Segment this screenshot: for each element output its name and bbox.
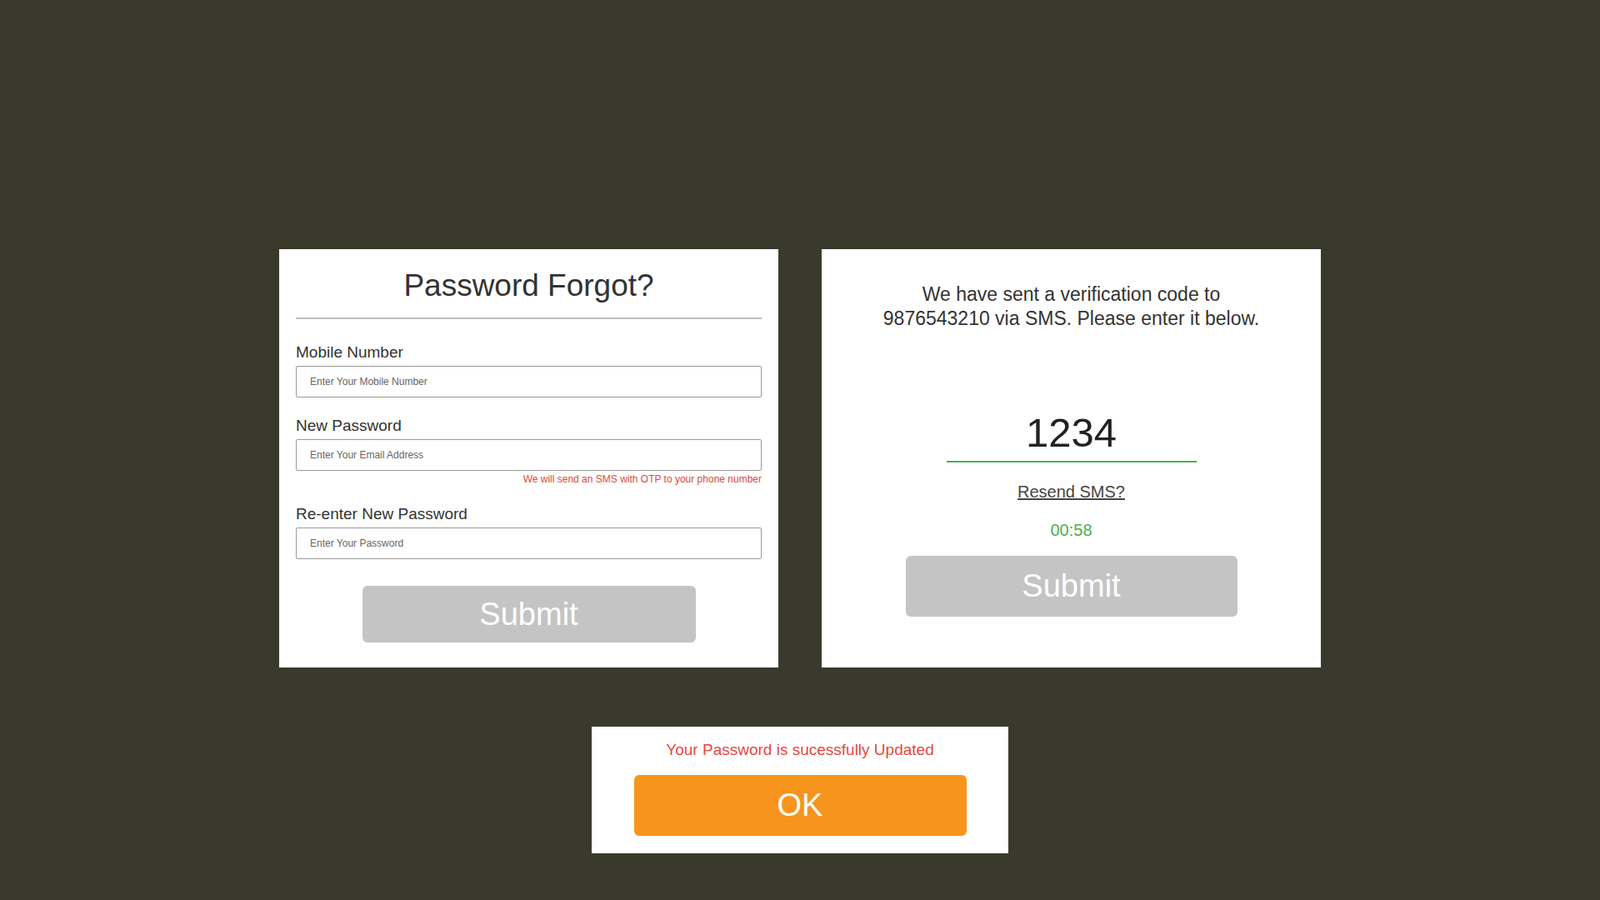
timer: 00:58: [1050, 519, 1092, 541]
divider: [295, 317, 762, 320]
field-label: Mobile Number: [295, 342, 762, 363]
text-input[interactable]: [295, 527, 762, 560]
verification-message: We have sent a verification code to98765…: [883, 282, 1260, 331]
cards-row: Password Forgot? Mobile Number New Passwor…: [279, 249, 1321, 668]
field-label: New Password: [295, 415, 762, 436]
otp-note: We will send an SMS with OTP to your pho…: [295, 472, 762, 486]
form-field: Mobile Number: [295, 342, 762, 398]
ok-button[interactable]: OK: [634, 775, 967, 836]
verification-card: We have sent a verification code to98765…: [821, 249, 1321, 668]
password-forgot-card: Password Forgot? Mobile Number New Passwor…: [279, 249, 779, 668]
form-field: New Password We will send an SMS with OTP…: [295, 415, 762, 486]
resend-link[interactable]: Resend SMS?: [1017, 480, 1125, 503]
text-input[interactable]: [295, 365, 762, 398]
card-title: Password Forgot?: [295, 267, 762, 305]
form-field: Re-enter New Password: [295, 504, 762, 560]
code-input[interactable]: 1234: [946, 409, 1197, 463]
page: Password Forgot? Mobile Number New Passwor…: [0, 0, 1600, 900]
fields: Mobile Number New Password We will send an…: [295, 342, 762, 560]
submit-button[interactable]: Submit: [905, 555, 1238, 617]
success-dialog: Your Password is sucessfully Updated OK: [591, 726, 1009, 854]
field-label: Re-enter New Password: [295, 504, 762, 525]
success-message: Your Password is sucessfully Updated: [665, 740, 934, 760]
submit-button[interactable]: Submit: [362, 585, 696, 643]
text-input[interactable]: [295, 439, 762, 471]
